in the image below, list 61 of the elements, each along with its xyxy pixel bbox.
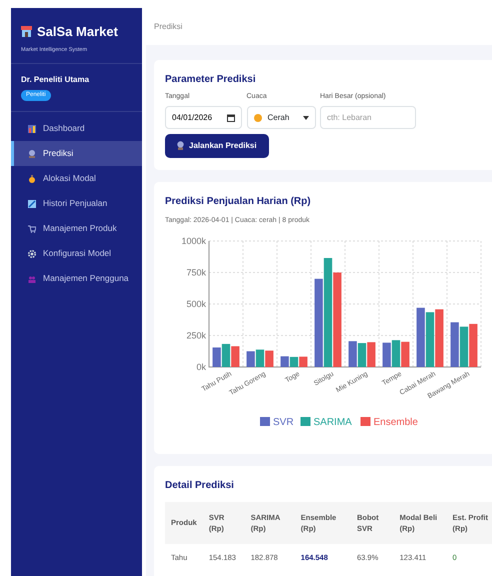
bar [265,350,274,367]
date-field[interactable]: 04/01/2026 [165,106,242,129]
bar [450,322,459,367]
bar [367,342,376,367]
legend-label: SARIMA [314,416,352,428]
bar [256,349,264,367]
legend-item: SVR [260,416,294,428]
bar [469,324,478,367]
bar [348,340,357,367]
axis-tick-label: 1000k [181,236,206,246]
sidebar-item[interactable]: Alokasi Modal [11,166,142,192]
gear-icon [28,250,36,258]
bar [426,312,434,367]
bar [280,356,289,367]
store-icon [21,26,32,38]
legend-label: SVR [273,416,294,428]
legend-label: Ensemble [374,416,418,428]
people-icon [28,274,36,283]
crystal-ball-icon [177,141,184,150]
weather-select[interactable]: Cerah [246,106,316,129]
card-title: Detail Prediksi [165,480,234,490]
sidebar-item[interactable]: Manajemen Produk [11,216,142,242]
bar [435,309,444,367]
legend-item: Ensemble [360,416,418,428]
axis-tick-label: 250k [186,330,206,340]
crystal-ball-icon [28,150,36,158]
sidebar-item[interactable]: Histori Penjualan [11,191,142,216]
calendar-icon [227,114,235,122]
sidebar-item[interactable]: Dashboard [11,116,142,142]
user-name: Dr. Peneliti Utama [21,74,90,86]
money-bag-icon [28,174,36,183]
sidebar-item[interactable]: Konfigurasi Model [11,241,142,266]
sidebar-item[interactable]: Manajemen Pengguna [11,266,142,292]
bar [231,346,240,367]
legend-item: SARIMA [300,416,352,428]
bar [212,347,221,367]
axis-tick-label: 0k [196,362,206,372]
bar [299,356,308,367]
bar [460,326,468,367]
bar-chart-icon [28,124,36,133]
bar [290,356,298,367]
bar [222,344,230,367]
bar [416,308,425,367]
sun-icon [254,114,262,122]
axis-tick-label: 750k [186,267,206,278]
bar [358,342,366,367]
bar [246,351,255,367]
bar [382,342,391,367]
chart-icon [28,200,36,208]
bar [392,340,400,367]
card-title: Parameter Prediksi [165,74,256,85]
cart-icon [28,224,36,233]
brand-name: SalSa Market [37,23,118,41]
caret-icon [302,116,308,120]
run-prediction-button[interactable]: Jalankan Prediksi [165,134,269,158]
card-title: Prediksi Penjualan Harian (Rp) [165,196,311,206]
axis-tick-label: 500k [186,298,206,309]
page-title: Prediksi [154,20,182,32]
holiday-field[interactable]: cth: Lebaran [320,106,416,129]
sidebar-item[interactable]: Prediksi [11,141,142,166]
bar [401,342,410,367]
